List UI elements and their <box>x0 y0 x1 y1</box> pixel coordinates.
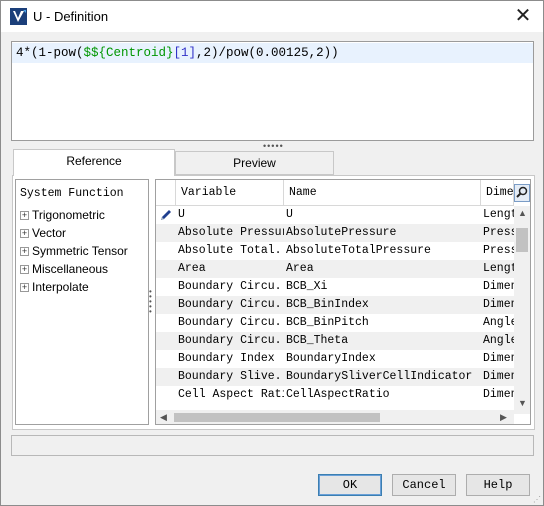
cell-dimension: Pressu <box>483 226 514 239</box>
cell-variable: U <box>178 208 185 221</box>
cell-name: BCB_Theta <box>286 334 349 347</box>
table-row[interactable]: Boundary Circu...BCB_Theta Angle <box>156 332 514 350</box>
resize-grip-icon[interactable]: ⋰ <box>533 495 541 504</box>
status-bar <box>11 435 534 456</box>
scroll-left-icon[interactable]: ◀ <box>160 412 167 423</box>
vertical-scroll-thumb[interactable] <box>516 228 528 252</box>
tree-item-vector[interactable]: + Vector <box>20 225 66 241</box>
tree-item-label: Miscellaneous <box>32 262 109 276</box>
horizontal-splitter-grip[interactable]: ••••• <box>263 141 284 151</box>
scroll-up-icon[interactable]: ▲ <box>518 208 527 218</box>
cell-name: AbsolutePressure <box>286 226 397 239</box>
cell-variable: Boundary Slive... <box>178 370 284 383</box>
expand-icon[interactable]: + <box>20 229 29 239</box>
close-icon[interactable]: ✕ <box>506 3 540 30</box>
cell-variable: Boundary Circu... <box>178 298 284 311</box>
table-row[interactable]: Cell Aspect RatioCellAspectRatio Dimens <box>156 386 514 404</box>
expression-editor[interactable]: 4*(1-pow($${Centroid}[1],2)/pow(0.00125,… <box>11 41 534 141</box>
cell-variable: Cell Aspect Ratio <box>178 388 284 401</box>
cell-name: AbsoluteTotalPressure <box>286 244 431 257</box>
tree-header: System Function <box>20 187 124 200</box>
tree-item-label: Symmetric Tensor <box>32 244 128 258</box>
cell-dimension: Length <box>483 262 514 275</box>
cell-variable: Boundary Circu... <box>178 316 284 329</box>
column-header-dimension[interactable]: Dimen <box>481 180 514 206</box>
scroll-down-icon[interactable]: ▼ <box>518 398 527 408</box>
variables-table: Variable Name Dimen U U Length Absolute Pre… <box>155 179 531 425</box>
vertical-splitter-grip[interactable]: • • • • • <box>149 288 154 316</box>
cell-dimension: Angle <box>483 316 514 329</box>
cell-dimension: Angle <box>483 334 514 347</box>
scroll-right-icon[interactable]: ▶ <box>500 412 507 423</box>
expr-field-ref: $${Centroid} <box>83 46 174 60</box>
tree-item-interpolate[interactable]: + Interpolate <box>20 279 89 295</box>
row-marker-header <box>156 180 176 206</box>
table-row[interactable]: Absolute Total... AbsoluteTotalPressure Pr… <box>156 242 514 260</box>
tree-item-label: Interpolate <box>32 280 89 294</box>
app-logo-icon <box>10 8 27 25</box>
column-header-name[interactable]: Name <box>284 180 481 206</box>
cell-name: BCB_BinPitch <box>286 316 369 329</box>
tree-item-label: Trigonometric <box>32 208 105 222</box>
horizontal-scroll-thumb[interactable] <box>174 413 380 422</box>
cell-dimension: Dimens <box>483 298 514 311</box>
cell-name: BoundaryIndex <box>286 352 376 365</box>
cell-variable: Boundary Circu... <box>178 334 284 347</box>
table-row[interactable]: Boundary Index BoundaryIndex Dimens <box>156 350 514 368</box>
cancel-button[interactable]: Cancel <box>392 474 456 496</box>
cell-dimension: Dimens <box>483 370 514 383</box>
cell-name: BoundarySliverCellIndicator <box>286 370 473 383</box>
definition-dialog: U - Definition ✕ 4*(1-pow($${Centroid}[1… <box>0 0 544 506</box>
function-tree: System Function + Trigonometric + Vector +… <box>15 179 149 425</box>
ok-button[interactable]: OK <box>318 474 382 496</box>
table-row[interactable]: Absolute PressureAbsolutePressure Pressu <box>156 224 514 242</box>
cell-dimension: Dimens <box>483 352 514 365</box>
search-icon[interactable] <box>514 184 530 202</box>
expand-icon[interactable]: + <box>20 211 29 221</box>
expr-part-4: ,2)/pow(0.00125,2)) <box>196 46 339 60</box>
help-button[interactable]: Help <box>466 474 530 496</box>
expression-text[interactable]: 4*(1-pow($${Centroid}[1],2)/pow(0.00125,… <box>16 46 339 60</box>
cell-variable: Absolute Total... <box>178 244 284 257</box>
cell-variable: Boundary Circu... <box>178 280 284 293</box>
pencil-icon <box>161 210 171 220</box>
cell-variable: Absolute Pressure <box>178 226 284 239</box>
expr-part-1: 4*(1-pow( <box>16 46 84 60</box>
vertical-scrollbar[interactable]: ▲ ▼ <box>514 206 530 414</box>
tab-preview[interactable]: Preview <box>175 151 334 175</box>
title-bar: U - Definition ✕ <box>1 1 543 32</box>
tree-item-symmetric-tensor[interactable]: + Symmetric Tensor <box>20 243 128 259</box>
expand-icon[interactable]: + <box>20 283 29 293</box>
window-title: U - Definition <box>33 9 109 24</box>
cell-name: CellAspectRatio <box>286 388 390 401</box>
tree-item-trigonometric[interactable]: + Trigonometric <box>20 207 105 223</box>
expr-index: [1] <box>173 46 197 60</box>
table-row[interactable]: U U Length <box>156 206 514 224</box>
expand-icon[interactable]: + <box>20 247 29 257</box>
cell-name: BCB_BinIndex <box>286 298 369 311</box>
cell-dimension: Dimens <box>483 280 514 293</box>
cell-dimension: Dimens <box>483 388 514 401</box>
tree-item-label: Vector <box>32 226 67 240</box>
column-header-variable[interactable]: Variable <box>176 180 284 206</box>
table-row[interactable]: Boundary Circu...BCB_BinPitch Angle <box>156 314 514 332</box>
cell-name: Area <box>286 262 314 275</box>
expand-icon[interactable]: + <box>20 265 29 275</box>
table-row[interactable]: Area Area Length <box>156 260 514 278</box>
cell-dimension: Length <box>483 208 514 221</box>
cell-variable: Area <box>178 262 206 275</box>
table-row[interactable]: Boundary Slive... BoundarySliverCellIndic… <box>156 368 514 386</box>
cell-name: U <box>286 208 293 221</box>
tree-item-miscellaneous[interactable]: + Miscellaneous <box>20 261 108 277</box>
table-row[interactable]: Boundary Circu...BCB_BinIndex Dimens <box>156 296 514 314</box>
horizontal-scrollbar[interactable]: ◀ ▶ <box>156 410 514 424</box>
tab-reference[interactable]: Reference <box>13 149 175 176</box>
cell-variable: Boundary Index <box>178 352 275 365</box>
table-row[interactable]: Boundary Circu...BCB_Xi Dimens <box>156 278 514 296</box>
cell-dimension: Pressu <box>483 244 514 257</box>
cell-name: BCB_Xi <box>286 280 328 293</box>
